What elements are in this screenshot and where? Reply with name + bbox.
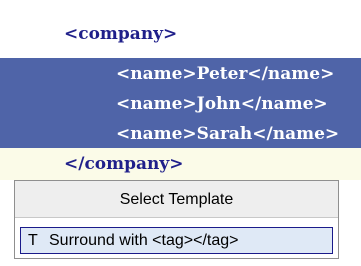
popup-title: Select Template bbox=[15, 181, 338, 218]
editor-line: <company> bbox=[0, 18, 361, 50]
select-template-popup: Select Template T Surround with <tag></t… bbox=[14, 180, 339, 259]
editor-line-current: </company> bbox=[0, 148, 361, 180]
editor-line-selected: <name>Peter</name> bbox=[0, 58, 361, 90]
editor-line-selected: <name>Sarah</name> bbox=[0, 118, 361, 150]
editor-line-selected: <name>John</name> bbox=[0, 88, 361, 120]
code-text: <name>Peter</name> bbox=[116, 64, 335, 84]
code-text: <name>John</name> bbox=[116, 94, 328, 114]
template-item-surround-with-tag[interactable]: T Surround with <tag></tag> bbox=[20, 227, 333, 254]
code-text: <company> bbox=[64, 24, 178, 44]
template-item-label: Surround with <tag></tag> bbox=[49, 232, 239, 249]
code-editor[interactable]: <company> <name>Peter</name> <name>John<… bbox=[0, 0, 361, 266]
code-text: </company> bbox=[64, 154, 184, 174]
template-shortcut-key: T bbox=[28, 232, 38, 249]
code-text: <name>Sarah</name> bbox=[116, 124, 340, 144]
